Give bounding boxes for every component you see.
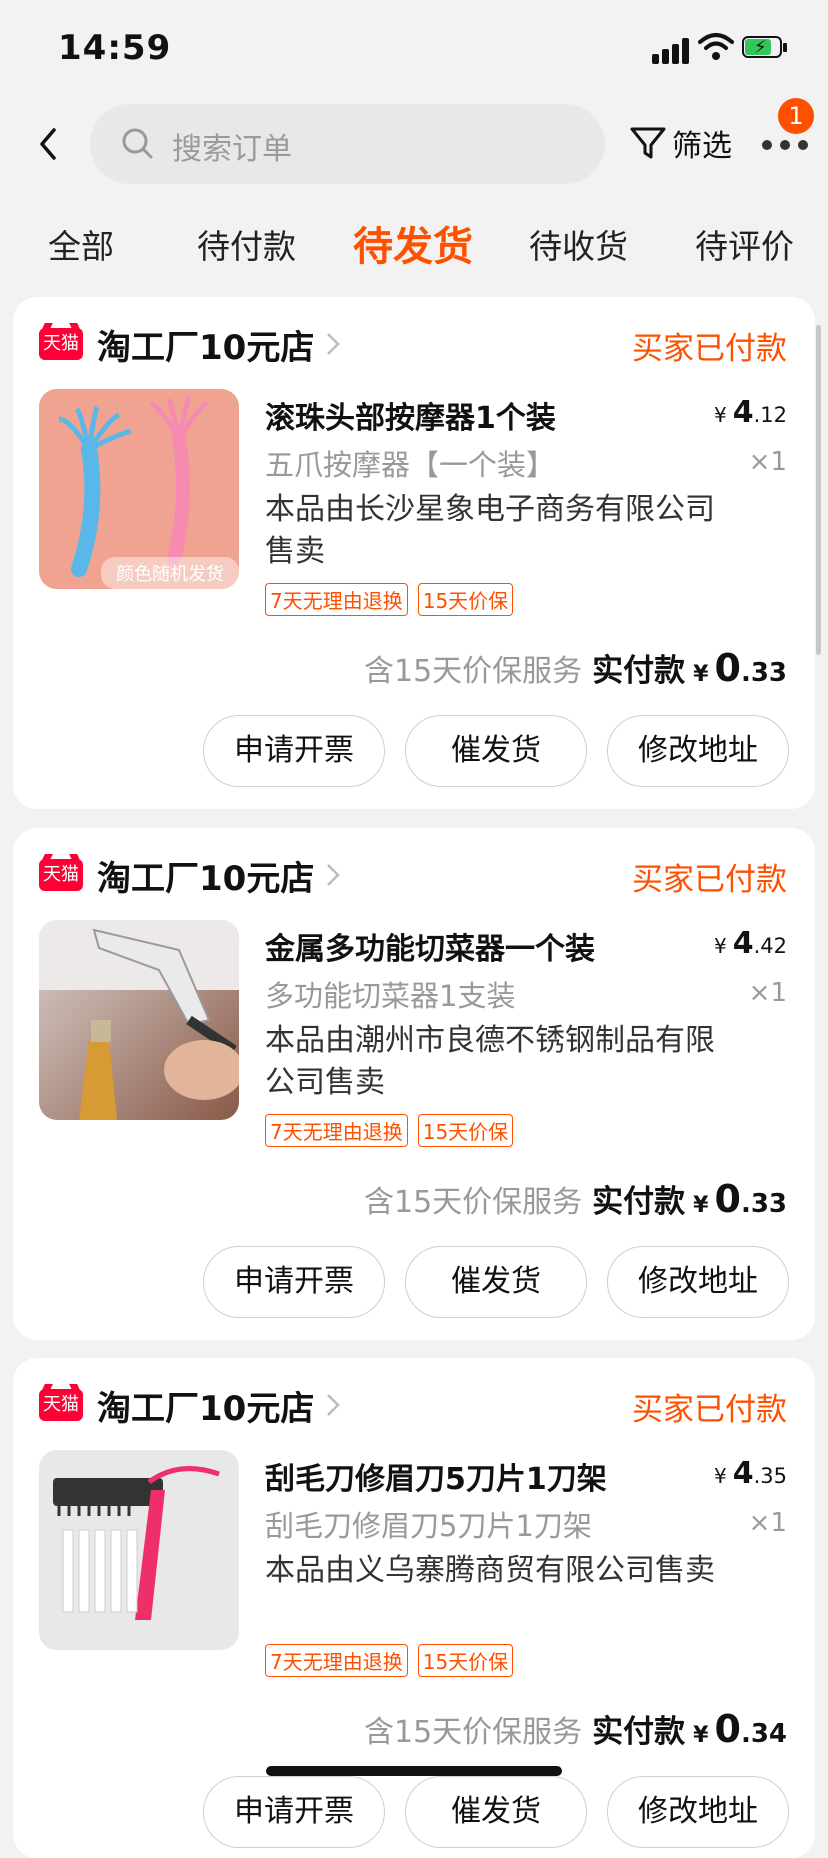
paid-amount: 0 bbox=[714, 646, 741, 690]
header: 搜索订单 筛选 1 bbox=[0, 98, 828, 190]
wifi-icon bbox=[698, 33, 734, 60]
product-spec: 五爪按摩器【一个装】 bbox=[265, 448, 556, 482]
shop-name: 淘工厂10元店 bbox=[97, 327, 315, 368]
back-arrow-icon[interactable] bbox=[34, 124, 64, 164]
change-address-button[interactable]: 修改地址 bbox=[607, 715, 789, 787]
order-status: 买家已付款 bbox=[632, 1392, 787, 1428]
pay-label: 实付款 bbox=[592, 1714, 686, 1750]
filter-icon bbox=[630, 127, 666, 159]
tmall-icon: 天猫 bbox=[39, 1389, 83, 1421]
product-image[interactable] bbox=[39, 1450, 239, 1650]
cellular-signal-icon bbox=[652, 36, 700, 64]
unit-price: ¥4.35 bbox=[713, 1456, 787, 1491]
tab-pending-shipment[interactable]: 待发货 bbox=[353, 214, 473, 272]
product-image[interactable] bbox=[39, 920, 239, 1120]
pay-label: 实付款 bbox=[592, 653, 686, 689]
order-actions: 申请开票 催发货 修改地址 bbox=[203, 1776, 789, 1848]
quantity: ×1 bbox=[748, 447, 787, 477]
unit-price: ¥4.12 bbox=[713, 395, 787, 430]
order-tabs: 全部 待付款 待发货 待收货 待评价 bbox=[0, 210, 828, 280]
quantity: ×1 bbox=[748, 1508, 787, 1538]
urge-shipment-button[interactable]: 催发货 bbox=[405, 1776, 587, 1848]
order-status: 买家已付款 bbox=[632, 862, 787, 898]
payment-summary: 含15天价保服务 实付款 ¥0.33 bbox=[363, 1177, 787, 1221]
payment-summary: 含15天价保服务 实付款 ¥0.34 bbox=[363, 1707, 787, 1751]
service-tags: 7天无理由退换 15天价保 bbox=[265, 1644, 514, 1677]
pay-note: 含15天价保服务 bbox=[363, 1715, 583, 1750]
tab-all[interactable]: 全部 bbox=[48, 220, 114, 268]
shop-name: 淘工厂10元店 bbox=[97, 858, 315, 899]
request-invoice-button[interactable]: 申请开票 bbox=[203, 1776, 385, 1848]
urge-shipment-button[interactable]: 催发货 bbox=[405, 715, 587, 787]
pay-note: 含15天价保服务 bbox=[363, 1185, 583, 1220]
search-input[interactable]: 搜索订单 bbox=[90, 104, 605, 184]
tab-pending-payment[interactable]: 待付款 bbox=[197, 220, 296, 268]
paid-amount: 0 bbox=[714, 1707, 741, 1751]
change-address-button[interactable]: 修改地址 bbox=[607, 1246, 789, 1318]
image-caption: 颜色随机发货 bbox=[116, 564, 224, 585]
order-status: 买家已付款 bbox=[632, 331, 787, 367]
battery-charging-icon: ⚡ bbox=[742, 36, 788, 60]
order-actions: 申请开票 催发货 修改地址 bbox=[203, 715, 789, 787]
return-policy-tag: 7天无理由退换 bbox=[265, 1114, 408, 1147]
change-address-button[interactable]: 修改地址 bbox=[607, 1776, 789, 1848]
status-time: 14:59 bbox=[58, 28, 172, 68]
shop-header[interactable]: 天猫 淘工厂10元店 bbox=[39, 319, 342, 369]
return-policy-tag: 7天无理由退换 bbox=[265, 1644, 408, 1677]
urge-shipment-button[interactable]: 催发货 bbox=[405, 1246, 587, 1318]
order-card: 天猫 淘工厂10元店 买家已付款 颜色随机发货 滚珠头部按摩器1个装 五爪按摩器… bbox=[13, 297, 815, 809]
product-image[interactable]: 颜色随机发货 bbox=[39, 389, 239, 589]
filter-label: 筛选 bbox=[672, 129, 732, 164]
product-spec: 刮毛刀修眉刀5刀片1刀架 bbox=[265, 1509, 592, 1543]
home-indicator[interactable] bbox=[266, 1766, 562, 1776]
more-options-button[interactable] bbox=[762, 130, 808, 160]
scrollbar[interactable] bbox=[816, 325, 821, 655]
chevron-right-icon bbox=[327, 1394, 341, 1416]
notification-badge: 1 bbox=[778, 98, 814, 134]
shop-header[interactable]: 天猫 淘工厂10元店 bbox=[39, 850, 342, 900]
chevron-right-icon bbox=[327, 333, 341, 355]
filter-button[interactable]: 筛选 bbox=[628, 118, 732, 168]
chevron-right-icon bbox=[327, 864, 341, 886]
search-icon bbox=[122, 128, 153, 159]
service-tags: 7天无理由退换 15天价保 bbox=[265, 583, 514, 616]
tab-pending-receipt[interactable]: 待收货 bbox=[529, 220, 628, 268]
unit-price: ¥4.42 bbox=[713, 926, 787, 961]
price-protection-tag: 15天价保 bbox=[417, 583, 514, 616]
tmall-icon: 天猫 bbox=[39, 859, 83, 891]
return-policy-tag: 7天无理由退换 bbox=[265, 583, 408, 616]
seller-note: 本品由长沙星象电子商务有限公司售卖 bbox=[265, 492, 715, 569]
request-invoice-button[interactable]: 申请开票 bbox=[203, 1246, 385, 1318]
price-protection-tag: 15天价保 bbox=[417, 1644, 514, 1677]
product-title[interactable]: 金属多功能切菜器一个装 bbox=[265, 924, 595, 968]
quantity: ×1 bbox=[748, 978, 787, 1008]
seller-note: 本品由义乌寨腾商贸有限公司售卖 bbox=[265, 1553, 715, 1588]
seller-note: 本品由潮州市良德不锈钢制品有限公司售卖 bbox=[265, 1023, 715, 1100]
tab-pending-review[interactable]: 待评价 bbox=[695, 220, 794, 268]
price-protection-tag: 15天价保 bbox=[417, 1114, 514, 1147]
product-title[interactable]: 滚珠头部按摩器1个装 bbox=[265, 393, 556, 437]
request-invoice-button[interactable]: 申请开票 bbox=[203, 715, 385, 787]
status-bar: 14:59 ⚡ bbox=[0, 0, 828, 100]
search-placeholder: 搜索订单 bbox=[172, 132, 292, 167]
tmall-icon: 天猫 bbox=[39, 328, 83, 360]
service-tags: 7天无理由退换 15天价保 bbox=[265, 1114, 514, 1147]
order-card: 天猫 淘工厂10元店 买家已付款 金属多功能切菜器一个装 多功能切菜器1支装 本… bbox=[13, 828, 815, 1340]
pay-note: 含15天价保服务 bbox=[363, 654, 583, 689]
pay-label: 实付款 bbox=[592, 1184, 686, 1220]
product-title[interactable]: 刮毛刀修眉刀5刀片1刀架 bbox=[265, 1454, 607, 1498]
order-actions: 申请开票 催发货 修改地址 bbox=[203, 1246, 789, 1318]
payment-summary: 含15天价保服务 实付款 ¥0.33 bbox=[363, 646, 787, 690]
order-card: 天猫 淘工厂10元店 买家已付款 刮毛刀修眉刀5刀片1刀架 刮毛刀修眉刀5刀片1… bbox=[13, 1358, 815, 1858]
product-spec: 多功能切菜器1支装 bbox=[265, 979, 516, 1013]
paid-amount: 0 bbox=[714, 1177, 741, 1221]
shop-name: 淘工厂10元店 bbox=[97, 1388, 315, 1429]
shop-header[interactable]: 天猫 淘工厂10元店 bbox=[39, 1380, 342, 1430]
